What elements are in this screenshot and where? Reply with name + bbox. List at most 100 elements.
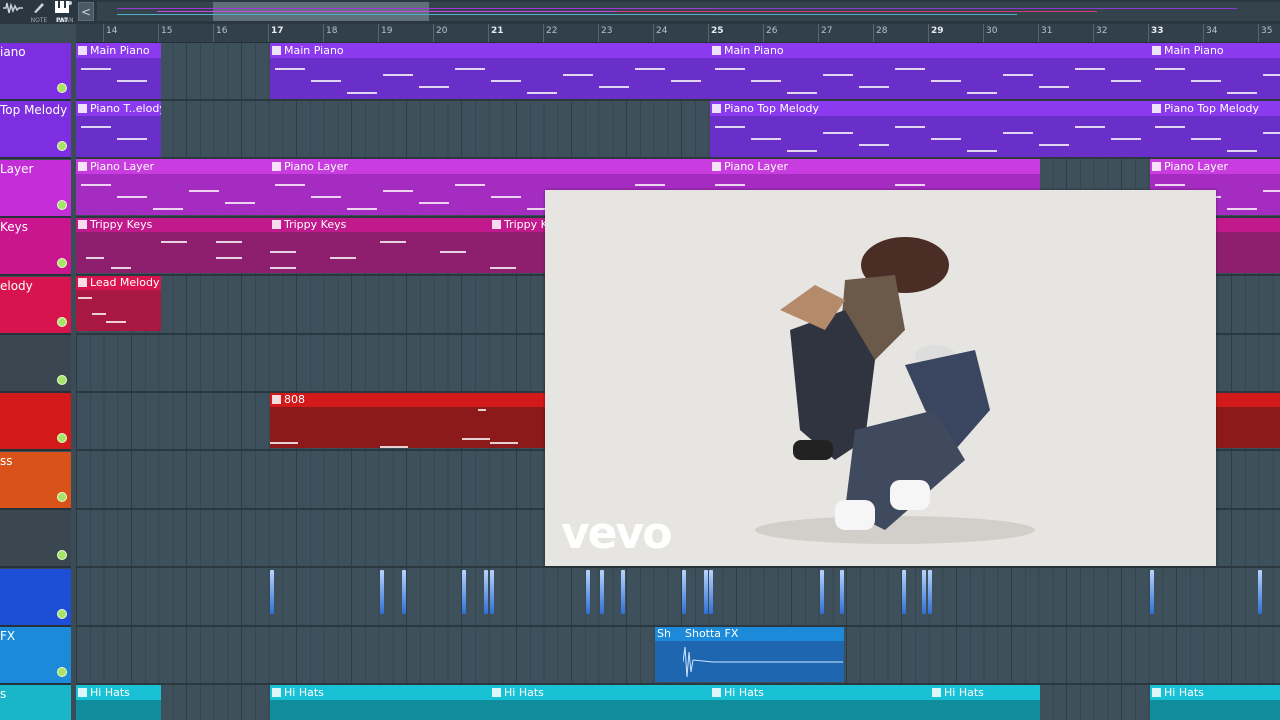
pattern-clip-trippy-keys[interactable]: Trippy Keys [76, 217, 270, 273]
scroll-left-button[interactable]: < [78, 2, 94, 21]
note [383, 74, 413, 76]
note [787, 150, 817, 152]
pat-mode-button[interactable]: PAT [50, 0, 74, 24]
drum-hit[interactable] [840, 570, 844, 614]
note [1039, 144, 1069, 146]
audio-mode-button[interactable] [0, 0, 26, 24]
track-mute-led[interactable] [57, 667, 67, 677]
pattern-clip-hi-hats[interactable]: Hi Hats [490, 685, 710, 720]
note-mode-button[interactable]: NOTE [26, 0, 52, 24]
chevron-left-icon: < [80, 5, 92, 19]
drum-hit[interactable] [1258, 570, 1262, 614]
pattern-icon [78, 688, 87, 697]
track-mute-led[interactable] [57, 83, 67, 93]
track-header[interactable] [0, 510, 71, 569]
pattern-clip-hi-hats[interactable]: Hi Hats [270, 685, 490, 720]
note [117, 196, 147, 198]
playlist-overview[interactable] [97, 2, 1280, 21]
audio-clip-shotta-fx[interactable]: Shotta FX [683, 626, 844, 682]
note [563, 74, 593, 76]
track-header[interactable]: elody [0, 276, 71, 335]
pattern-clip-piano-top-melody[interactable]: Piano Top Melody [1150, 101, 1280, 157]
pattern-clip-main-piano[interactable]: Main Piano [76, 43, 161, 99]
pattern-icon [272, 162, 281, 171]
pattern-clip-trippy-keys[interactable] [1216, 217, 1280, 273]
audio-clip-shotta-fx[interactable]: Sh [655, 626, 683, 682]
pattern-clip-hi-hats[interactable]: Hi Hats [1150, 685, 1280, 720]
timeline-ruler[interactable]: 14 15 16 17 18 19 20 21 22 23 24 25 26 27 28 29 30 31 32 33… [76, 24, 1280, 43]
track-mute-led[interactable] [57, 433, 67, 444]
pattern-clip-hi-hats[interactable]: Hi Hats [710, 685, 930, 720]
vevo-logo: vevo [561, 508, 672, 559]
track-mute-led[interactable] [57, 316, 67, 327]
drum-hit[interactable] [902, 570, 906, 614]
note [347, 208, 377, 210]
pencil-icon [34, 3, 44, 13]
note [1155, 126, 1185, 128]
pattern-clip-piano-layer[interactable]: Piano Layer [76, 159, 270, 215]
drum-hit[interactable] [709, 570, 713, 614]
drum-hit[interactable] [586, 570, 590, 614]
pattern-clip-trippy-keys[interactable]: Trippy Keys [270, 217, 490, 273]
drum-hit[interactable] [704, 570, 708, 614]
note [715, 184, 745, 186]
pattern-clip-main-piano[interactable]: Main Piano [710, 43, 1150, 99]
pattern-clip-piano-top-melody[interactable]: Piano Top Melody [710, 101, 1150, 157]
pattern-clip-808[interactable] [1216, 392, 1280, 448]
track-header[interactable]: Top Melody [0, 101, 71, 160]
track-mute-led[interactable] [57, 375, 67, 385]
drum-hit[interactable] [928, 570, 932, 614]
drum-hit[interactable] [270, 570, 274, 614]
note [1003, 74, 1033, 76]
track-header[interactable]: ss [0, 451, 71, 510]
track-header[interactable]: iano [0, 43, 71, 101]
note [1075, 68, 1105, 70]
track-mute-led[interactable] [57, 491, 67, 502]
note [419, 86, 449, 88]
track-header[interactable] [0, 335, 71, 393]
drum-hit[interactable] [402, 570, 406, 614]
pattern-clip-main-piano[interactable]: Main Piano [1150, 43, 1280, 99]
track-header[interactable] [0, 393, 71, 452]
track-mute-led[interactable] [57, 258, 67, 269]
playlist-toolbar: NOTE CHAN PAT < [0, 0, 1280, 24]
drum-hit[interactable] [600, 570, 604, 614]
pattern-clip-808[interactable]: 808 [270, 392, 545, 448]
track-header[interactable]: s [0, 685, 71, 720]
track-header[interactable]: FX [0, 627, 71, 685]
track-header[interactable]: Layer [0, 159, 71, 218]
track-name: s [0, 687, 7, 702]
pattern-clip-main-piano[interactable]: Main Piano [270, 43, 710, 99]
drum-hit[interactable] [621, 570, 625, 614]
note [347, 92, 377, 94]
drum-hit[interactable] [484, 570, 488, 614]
track-mute-led[interactable] [57, 608, 67, 619]
pattern-clip-hi-hats[interactable]: Hi Hats [930, 685, 1040, 720]
ruler-tick: 23 [597, 24, 613, 42]
track-mute-led[interactable] [57, 141, 67, 152]
pattern-clip-trippy-keys[interactable]: Trippy K [490, 217, 545, 273]
track-name: ss [0, 453, 13, 468]
pattern-icon [78, 278, 87, 287]
drum-hit[interactable] [490, 570, 494, 614]
pattern-icon [932, 688, 941, 697]
drum-hit[interactable] [922, 570, 926, 614]
pattern-clip-lead-melody[interactable]: Lead Melody [76, 275, 161, 331]
drum-hit[interactable] [682, 570, 686, 614]
drum-hit[interactable] [1150, 570, 1154, 614]
drum-hit[interactable] [820, 570, 824, 614]
drum-hit[interactable] [462, 570, 466, 614]
note [671, 80, 701, 82]
track-mute-led[interactable] [57, 550, 67, 561]
ruler-tick: 22 [542, 24, 558, 42]
track-header[interactable]: Keys [0, 218, 71, 277]
track-mute-led[interactable] [57, 199, 67, 210]
pattern-clip-piano-top-melody[interactable]: Piano T..elody [76, 101, 161, 157]
drum-hit[interactable] [380, 570, 384, 614]
row-divider [76, 99, 1280, 101]
ruler-tick: 32 [1092, 24, 1108, 42]
waveform-icon [683, 646, 843, 678]
track-header[interactable] [0, 568, 71, 627]
note [311, 196, 341, 198]
pattern-clip-hi-hats[interactable]: Hi Hats [76, 685, 161, 720]
